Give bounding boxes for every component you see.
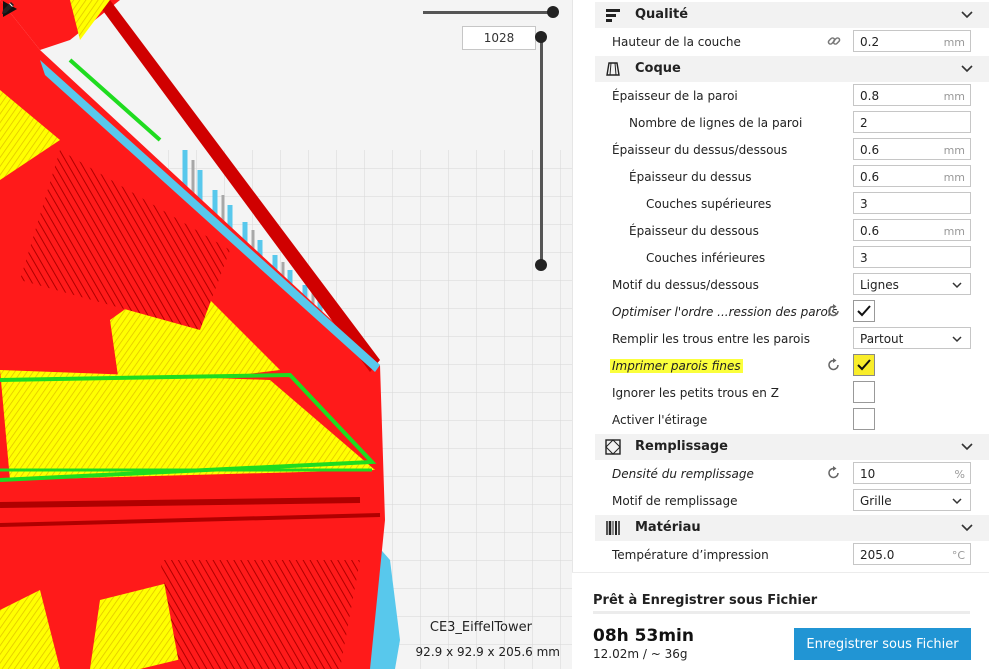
- setting-print-temperature: Température d’impression 205.0 °C: [595, 542, 989, 568]
- print-thin-walls-checkbox[interactable]: [853, 354, 875, 376]
- section-title: Coque: [635, 61, 681, 76]
- ironing-checkbox[interactable]: [853, 408, 875, 430]
- infill-density-input[interactable]: 10%: [853, 462, 971, 484]
- reset-icon[interactable]: [827, 466, 841, 480]
- material-icon: [606, 521, 620, 535]
- setting-top-thickness: Épaisseur du dessus 0.6 mm: [595, 164, 989, 190]
- shell-icon: [606, 62, 620, 76]
- setting-label: Épaisseur de la paroi: [612, 89, 738, 103]
- layer-view-canvas: [0, 0, 572, 669]
- setting-fill-gaps: Remplir les trous entre les parois Parto…: [595, 326, 989, 352]
- reset-icon[interactable]: [827, 358, 841, 372]
- section-material[interactable]: Matériau: [595, 515, 989, 541]
- top-layers-input[interactable]: 3: [853, 192, 971, 214]
- chevron-down-icon: [952, 498, 962, 505]
- section-title: Matériau: [635, 520, 701, 535]
- setting-label: Nombre de lignes de la paroi: [629, 116, 803, 130]
- setting-ignore-small-z-gaps: Ignorer les petits trous en Z: [595, 380, 989, 406]
- setting-wall-thickness: Épaisseur de la paroi 0.8 mm: [595, 83, 989, 109]
- ignore-small-z-gaps-checkbox[interactable]: [853, 381, 875, 403]
- setting-label: Hauteur de la couche: [612, 35, 741, 49]
- section-shell[interactable]: Coque: [595, 56, 989, 82]
- setting-infill-pattern: Motif de remplissage Grille: [595, 488, 989, 514]
- section-title: Remplissage: [635, 439, 728, 454]
- checkmark-icon: [857, 305, 871, 317]
- setting-top-bottom-thickness: Épaisseur du dessus/dessous 0.6 mm: [595, 137, 989, 163]
- setting-label: Ignorer les petits trous en Z: [612, 386, 779, 400]
- model-dimensions: 92.9 x 92.9 x 205.6 mm: [415, 645, 560, 659]
- setting-label: Épaisseur du dessus: [629, 170, 752, 184]
- chevron-down-icon: [952, 282, 962, 289]
- setting-label: Optimiser l'ordre ...ression des parois: [612, 305, 838, 319]
- setting-label: Remplir les trous entre les parois: [612, 332, 810, 346]
- reset-icon[interactable]: [827, 304, 841, 318]
- wall-thickness-input[interactable]: 0.8 mm: [853, 84, 971, 106]
- setting-label: Motif du dessus/dessous: [612, 278, 759, 292]
- setting-label: Couches supérieures: [646, 197, 772, 211]
- setting-label: Épaisseur du dessus/dessous: [612, 143, 788, 157]
- setting-label-highlighted: Imprimer parois fines: [610, 359, 743, 373]
- setting-label: Température d’impression: [612, 548, 769, 562]
- setting-bottom-thickness: Épaisseur du dessous 0.6 mm: [595, 218, 989, 244]
- model-name: CE3_EiffelTower: [429, 620, 532, 635]
- layer-height-input[interactable]: 0.2 mm: [853, 30, 971, 52]
- top-thickness-input[interactable]: 0.6 mm: [853, 165, 971, 187]
- setting-print-thin-walls: Imprimer parois fines: [595, 353, 989, 379]
- infill-pattern-select[interactable]: Grille: [853, 489, 971, 511]
- setting-ironing: Activer l'étirage: [595, 407, 989, 433]
- quality-icon: [606, 9, 620, 22]
- chevron-down-icon: [952, 336, 962, 343]
- top-bottom-pattern-select[interactable]: Lignes: [853, 273, 971, 295]
- top-bottom-thickness-input[interactable]: 0.6 mm: [853, 138, 971, 160]
- chevron-down-icon[interactable]: [961, 10, 973, 20]
- setting-layer-height: Hauteur de la couche 0.2 mm: [595, 29, 989, 55]
- setting-optimize-wall-order: Optimiser l'ordre ...ression des parois: [595, 299, 989, 325]
- setting-label: Épaisseur du dessous: [629, 224, 759, 238]
- fill-gaps-select[interactable]: Partout: [853, 327, 971, 349]
- material-usage: 12.02m / ~ 36g: [593, 647, 688, 661]
- setting-bottom-layers: Couches inférieures 3: [595, 245, 989, 271]
- print-settings-panel[interactable]: Qualité Hauteur de la couche 0.2 mm Coque…: [572, 0, 989, 572]
- setting-label: Activer l'étirage: [612, 413, 708, 427]
- setting-label: Couches inférieures: [646, 251, 766, 265]
- chevron-down-icon[interactable]: [961, 64, 973, 74]
- save-to-file-button[interactable]: Enregistrer sous Fichier: [794, 628, 971, 660]
- bottom-thickness-input[interactable]: 0.6 mm: [853, 219, 971, 241]
- horizontal-slider-handle[interactable]: [547, 6, 559, 18]
- optimize-wall-order-checkbox[interactable]: [853, 300, 875, 322]
- section-infill[interactable]: Remplissage: [595, 434, 989, 460]
- output-panel: Prêt à Enregistrer sous Fichier 08h 53mi…: [572, 572, 989, 670]
- print-time: 08h 53min: [593, 626, 694, 646]
- setting-label: Motif de remplissage: [612, 494, 738, 508]
- status-text: Prêt à Enregistrer sous Fichier: [593, 593, 818, 608]
- print-temperature-input[interactable]: 205.0 °C: [853, 543, 971, 565]
- infill-icon: [605, 439, 621, 455]
- pencil-icon[interactable]: [0, 0, 16, 16]
- setting-top-bottom-pattern: Motif du dessus/dessous Lignes: [595, 272, 989, 298]
- horizontal-layer-slider[interactable]: [423, 11, 553, 14]
- vertical-slider-top-handle[interactable]: [535, 31, 547, 43]
- wall-line-count-input[interactable]: 2: [853, 111, 971, 133]
- chevron-down-icon[interactable]: [961, 442, 973, 452]
- section-quality[interactable]: Qualité: [595, 2, 989, 28]
- divider: [593, 611, 970, 614]
- viewport-3d[interactable]: 1028 CE3_EiffelTower 92.9 x 92.9 x 205.6…: [0, 0, 572, 669]
- checkmark-icon: [857, 359, 871, 371]
- setting-top-layers: Couches supérieures 3: [595, 191, 989, 217]
- vertical-slider-bottom-handle[interactable]: [535, 259, 547, 271]
- bottom-layers-input[interactable]: 3: [853, 246, 971, 268]
- setting-label: Densité du remplissage: [612, 467, 754, 481]
- vertical-layer-slider[interactable]: [540, 37, 543, 266]
- setting-infill-density: Densité du remplissage 10%: [595, 461, 989, 487]
- section-title: Qualité: [635, 7, 689, 22]
- link-icon[interactable]: [827, 34, 841, 48]
- layer-number-box[interactable]: 1028: [462, 26, 536, 50]
- chevron-down-icon[interactable]: [961, 523, 973, 533]
- setting-wall-line-count: Nombre de lignes de la paroi 2: [595, 110, 989, 136]
